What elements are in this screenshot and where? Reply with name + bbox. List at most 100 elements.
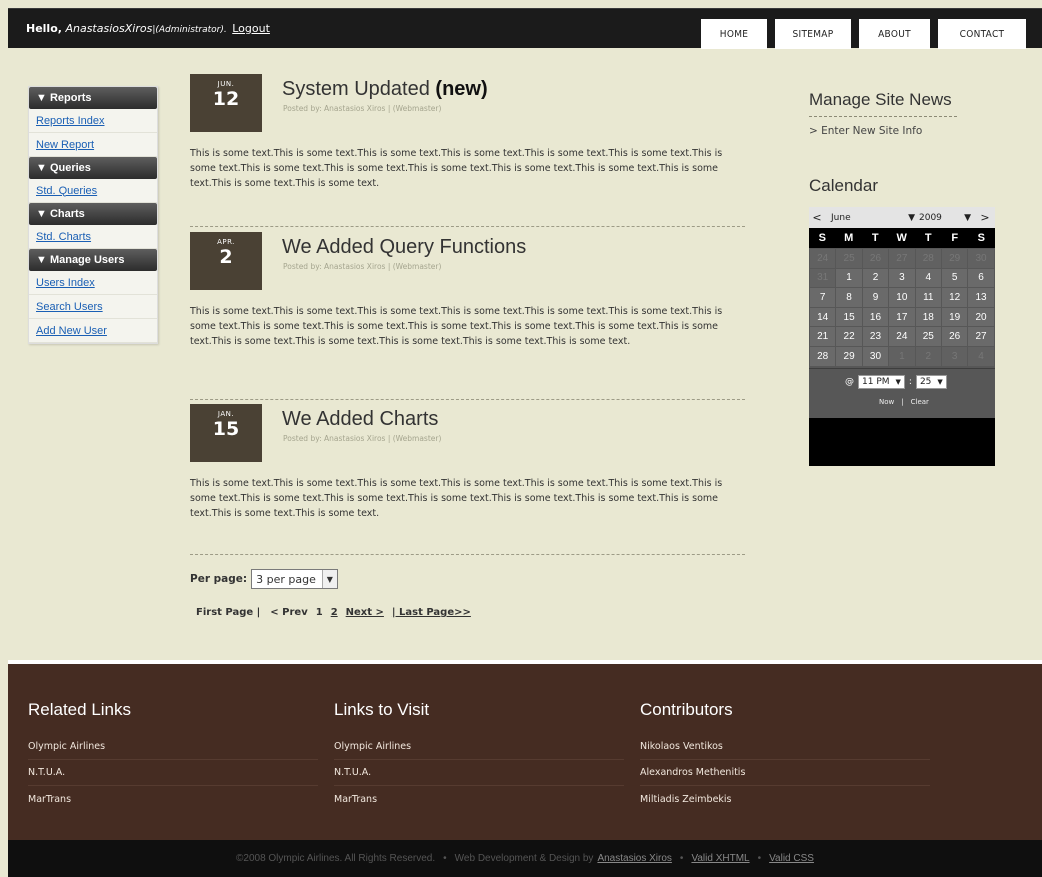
footer-link[interactable]: Miltiadis Zeimbekis	[640, 786, 930, 812]
calendar-day[interactable]: 12	[941, 288, 968, 307]
page-2-link[interactable]: 2	[331, 607, 338, 618]
calendar-day[interactable]: 16	[862, 307, 889, 327]
last-page-link[interactable]: | Last Page>>	[392, 607, 471, 618]
post-title[interactable]: System Updated (new)	[282, 78, 488, 101]
greeting-label: Hello,	[26, 22, 62, 35]
enter-site-info-link[interactable]: > Enter New Site Info	[809, 125, 922, 137]
logout-link[interactable]: Logout	[232, 22, 270, 35]
calendar-day[interactable]: 15	[836, 307, 862, 327]
calendar-next-button[interactable]: >	[979, 211, 991, 224]
calendar-day[interactable]: 30	[862, 346, 889, 366]
post-title[interactable]: We Added Query Functions	[282, 236, 526, 259]
nav-sitemap[interactable]: SITEMAP	[775, 19, 851, 49]
calendar-day[interactable]: 1	[889, 346, 915, 366]
hour-select[interactable]: 11 PM ▼	[858, 374, 905, 389]
calendar-day[interactable]: 13	[968, 288, 994, 307]
calendar-day[interactable]: 27	[889, 249, 915, 268]
calendar-day[interactable]: 29	[941, 249, 968, 268]
calendar-day[interactable]: 3	[941, 346, 968, 366]
calendar-day[interactable]: 4	[915, 268, 941, 288]
calendar-day[interactable]: 30	[968, 249, 994, 268]
calendar-day[interactable]: 28	[810, 346, 836, 366]
calendar-day[interactable]: 29	[836, 346, 862, 366]
year-select[interactable]: 2009 ▼	[919, 213, 971, 223]
calendar-day[interactable]: 5	[941, 268, 968, 288]
menu-link-std-charts[interactable]: Std. Charts	[29, 225, 157, 249]
menu-head-manage-users[interactable]: ▼ Manage Users	[29, 249, 157, 271]
menu-head-charts[interactable]: ▼ Charts	[29, 203, 157, 225]
calendar-day[interactable]: 31	[810, 268, 836, 288]
nav-home[interactable]: HOME	[701, 19, 767, 49]
calendar-day[interactable]: 10	[889, 288, 915, 307]
footer-link[interactable]: Alexandros Methenitis	[640, 760, 930, 786]
calendar-day[interactable]: 4	[968, 346, 994, 366]
menu-link-users-index[interactable]: Users Index	[29, 271, 157, 295]
footer-link[interactable]: MarTrans	[28, 786, 318, 812]
calendar-footer	[809, 417, 995, 443]
footer-contributors: Contributors Nikolaos Ventikos Alexandro…	[640, 700, 930, 812]
calendar-day[interactable]: 3	[889, 268, 915, 288]
weekday-label: F	[951, 232, 959, 244]
valid-xhtml-link[interactable]: Valid XHTML	[691, 853, 749, 864]
calendar-day[interactable]: 21	[810, 327, 836, 346]
calendar-day[interactable]: 23	[862, 327, 889, 346]
calendar-day[interactable]: 17	[889, 307, 915, 327]
footer-link[interactable]: Nikolaos Ventikos	[640, 734, 930, 760]
calendar-day[interactable]: 11	[915, 288, 941, 307]
calendar-day[interactable]: 25	[836, 249, 862, 268]
calendar-day[interactable]: 20	[968, 307, 994, 327]
footer-links-to-visit: Links to Visit Olympic Airlines N.T.U.A.…	[334, 700, 624, 812]
designer-link[interactable]: Anastasios Xiros	[597, 853, 671, 864]
calendar-day[interactable]: 25	[915, 327, 941, 346]
nav-contact[interactable]: CONTACT	[938, 19, 1026, 49]
clear-button[interactable]: Clear	[911, 398, 929, 406]
footer-link[interactable]: N.T.U.A.	[28, 760, 318, 786]
calendar-day[interactable]: 24	[889, 327, 915, 346]
pagination: First Page | < Prev 1 2 Next > | Last Pa…	[196, 607, 479, 618]
post-author: Posted by: Anastasios Xiros | (Webmaster…	[283, 104, 442, 113]
calendar-day[interactable]: 28	[915, 249, 941, 268]
now-button[interactable]: Now	[879, 398, 894, 406]
calendar-day[interactable]: 8	[836, 288, 862, 307]
calendar-day[interactable]: 19	[941, 307, 968, 327]
calendar-day[interactable]: 18	[915, 307, 941, 327]
menu-link-add-new-user[interactable]: Add New User	[29, 319, 157, 343]
next-page-link[interactable]: Next >	[346, 607, 384, 618]
menu-head-reports[interactable]: ▼ Reports	[29, 87, 157, 109]
calendar-day[interactable]: 1	[836, 268, 862, 288]
calendar-day[interactable]: 2	[915, 346, 941, 366]
calendar-day[interactable]: 26	[862, 249, 889, 268]
menu-link-search-users[interactable]: Search Users	[29, 295, 157, 319]
prev-page-link[interactable]: < Prev	[270, 607, 307, 618]
month-select[interactable]: June ▼	[831, 213, 915, 223]
weekday-label: S	[818, 232, 826, 244]
calendar-day[interactable]: 14	[810, 307, 836, 327]
nav-about[interactable]: ABOUT	[859, 19, 930, 49]
minute-select[interactable]: 25 ▼	[915, 374, 947, 389]
menu-link-new-report[interactable]: New Report	[29, 133, 157, 157]
first-page-link[interactable]: First Page |	[196, 607, 260, 618]
calendar-day[interactable]: 9	[862, 288, 889, 307]
chevron-down-icon: ▼	[321, 570, 337, 588]
calendar-prev-button[interactable]: <	[811, 211, 823, 224]
design-credit: Web Development & Design by	[454, 853, 594, 864]
calendar-day[interactable]: 2	[862, 268, 889, 288]
menu-link-reports-index[interactable]: Reports Index	[29, 109, 157, 133]
footer-link[interactable]: Olympic Airlines	[334, 734, 624, 760]
calendar-day[interactable]: 7	[810, 288, 836, 307]
calendar-day[interactable]: 27	[968, 327, 994, 346]
footer-link[interactable]: MarTrans	[334, 786, 624, 812]
footer-link[interactable]: N.T.U.A.	[334, 760, 624, 786]
calendar-day[interactable]: 6	[968, 268, 994, 288]
per-page-select[interactable]: 3 per page ▼	[251, 569, 338, 589]
post-title[interactable]: We Added Charts	[282, 408, 438, 431]
valid-css-link[interactable]: Valid CSS	[769, 853, 814, 864]
menu-link-std-queries[interactable]: Std. Queries	[29, 179, 157, 203]
footer-link[interactable]: Olympic Airlines	[28, 734, 318, 760]
calendar-day[interactable]: 24	[810, 249, 836, 268]
weekday-label: S	[977, 232, 985, 244]
calendar-day[interactable]: 22	[836, 327, 862, 346]
top-nav: HOME SITEMAP ABOUT CONTACT	[701, 19, 1026, 49]
calendar-day[interactable]: 26	[941, 327, 968, 346]
menu-head-queries[interactable]: ▼ Queries	[29, 157, 157, 179]
